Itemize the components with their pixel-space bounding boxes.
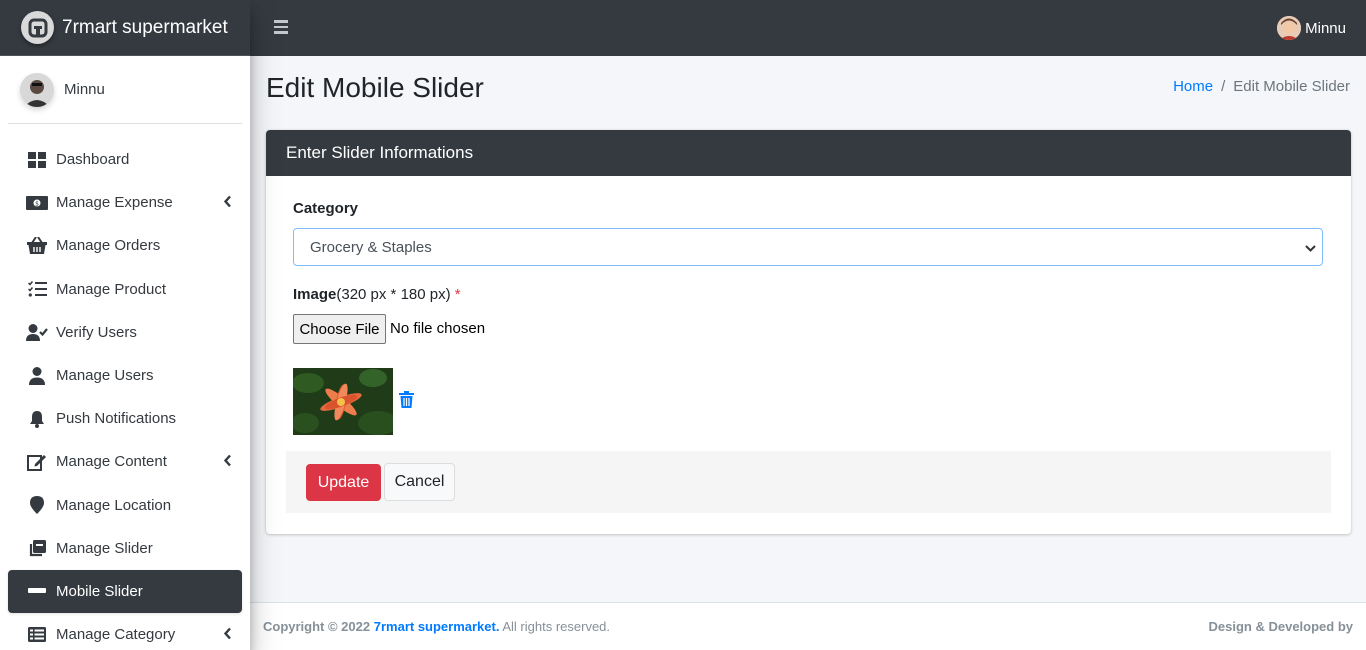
sidebar-item-manage-users[interactable]: Manage Users: [8, 354, 242, 397]
sidebar-item-label: Manage Users: [56, 367, 154, 385]
list-icon: [26, 625, 48, 645]
slider-image-preview: [293, 368, 393, 435]
sidebar-item-label: Mobile Slider: [56, 582, 143, 600]
sidebar-item-label: Manage Slider: [56, 539, 153, 557]
sidebar-item-manage-slider[interactable]: Manage Slider: [8, 527, 242, 570]
sidebar-item-label: Dashboard: [56, 151, 130, 169]
top-user-avatar: [1277, 16, 1302, 40]
choose-file-button[interactable]: Choose File: [293, 314, 386, 344]
category-selected-value: Grocery & Staples: [310, 238, 432, 256]
sidebar-item-mobile-slider[interactable]: Mobile Slider: [8, 569, 242, 614]
sidebar-item-label: Manage Product: [56, 280, 167, 298]
brand-text: 7rmart supermarket: [62, 16, 228, 38]
bell-icon: [26, 409, 48, 429]
main-footer: Copyright © 2022 7rmart supermarket. All…: [250, 602, 1366, 650]
image-label-group: Image(320 px * 180 px) *: [293, 286, 461, 303]
breadcrumb-separator: /: [1221, 78, 1226, 95]
user-avatar: [20, 72, 54, 107]
edit-icon: [26, 452, 48, 472]
page-title: Edit Mobile Slider: [266, 72, 484, 103]
copyright: Copyright © 2022 7rmart supermarket. All…: [263, 619, 610, 634]
cancel-button[interactable]: Cancel: [384, 463, 455, 501]
top-user-name: Minnu: [1305, 19, 1346, 37]
image-size-hint: (320 px * 180 px): [336, 286, 451, 303]
sidebar-item-push-notifications[interactable]: Push Notifications: [8, 397, 242, 440]
category-label: Category: [293, 200, 359, 217]
money-icon: $: [26, 193, 48, 213]
card-title: Enter Slider Informations: [266, 130, 1351, 176]
svg-text:$: $: [35, 200, 39, 207]
designed-by: Design & Developed by: [1208, 619, 1353, 634]
sidebar-item-label: Manage Category: [56, 626, 176, 644]
main-sidebar: 7rmart supermarket Minnu Dashboard $ Man…: [0, 0, 250, 650]
sidebar-item-verify-users[interactable]: Verify Users: [8, 311, 242, 354]
dashboard-icon: [26, 150, 48, 170]
file-status-text: No file chosen: [390, 320, 486, 337]
top-navbar: Minnu: [250, 0, 1366, 56]
user-panel[interactable]: Minnu: [8, 56, 242, 124]
sidebar-menu: Dashboard $ Manage Expense Manage Orders…: [0, 138, 250, 650]
breadcrumb-home-link[interactable]: Home: [1173, 78, 1213, 95]
brand-logo-icon: [21, 11, 54, 44]
chevron-left-icon: [223, 194, 232, 211]
chevron-left-icon: [223, 626, 232, 643]
sidebar-item-dashboard[interactable]: Dashboard: [8, 138, 242, 181]
delete-image-icon[interactable]: [399, 391, 414, 413]
user-icon: [26, 366, 48, 386]
sidebar-item-label: Manage Orders: [56, 237, 161, 255]
user-check-icon: [26, 322, 48, 342]
clone-icon: [26, 538, 48, 558]
category-select[interactable]: Grocery & Staples: [293, 228, 1323, 266]
sidebar-item-manage-orders[interactable]: Manage Orders: [8, 224, 242, 267]
image-label: Image: [293, 286, 337, 303]
sidebar-item-manage-location[interactable]: Manage Location: [8, 484, 242, 527]
footer-brand-link[interactable]: 7rmart supermarket.: [374, 619, 500, 634]
update-button[interactable]: Update: [306, 464, 381, 501]
map-marker-icon: [26, 495, 48, 515]
breadcrumb-current: Edit Mobile Slider: [1233, 78, 1350, 95]
sidebar-item-manage-expense[interactable]: $ Manage Expense: [8, 181, 242, 224]
brand-link[interactable]: 7rmart supermarket: [0, 0, 250, 56]
sidebar-item-label: Manage Location: [56, 496, 172, 514]
sidebar-item-label: Manage Expense: [56, 194, 173, 212]
sidebar-user-name: Minnu: [64, 81, 105, 98]
tasks-icon: [26, 279, 48, 299]
chevron-left-icon: [223, 453, 232, 470]
basket-icon: [26, 236, 48, 256]
sidebar-item-label: Manage Content: [56, 453, 167, 471]
sidebar-item-label: Push Notifications: [56, 410, 177, 428]
sidebar-item-manage-category[interactable]: Manage Category: [8, 613, 242, 650]
form-actions: Update Cancel: [286, 451, 1331, 513]
breadcrumb: Home / Edit Mobile Slider: [1173, 78, 1350, 95]
top-user-menu[interactable]: Minnu: [1277, 16, 1346, 40]
rights-text: All rights reserved.: [502, 619, 611, 634]
slider-form-card: Enter Slider Informations Category Groce…: [266, 130, 1351, 534]
sidebar-item-label: Verify Users: [56, 323, 137, 341]
sidebar-item-manage-content[interactable]: Manage Content: [8, 440, 242, 483]
minus-icon: [26, 581, 48, 601]
sidebar-item-manage-product[interactable]: Manage Product: [8, 268, 242, 311]
chevron-down-icon: [1305, 241, 1316, 258]
copyright-text: Copyright © 2022: [263, 619, 371, 634]
hamburger-menu-icon[interactable]: [274, 20, 288, 34]
required-mark: *: [454, 286, 461, 303]
